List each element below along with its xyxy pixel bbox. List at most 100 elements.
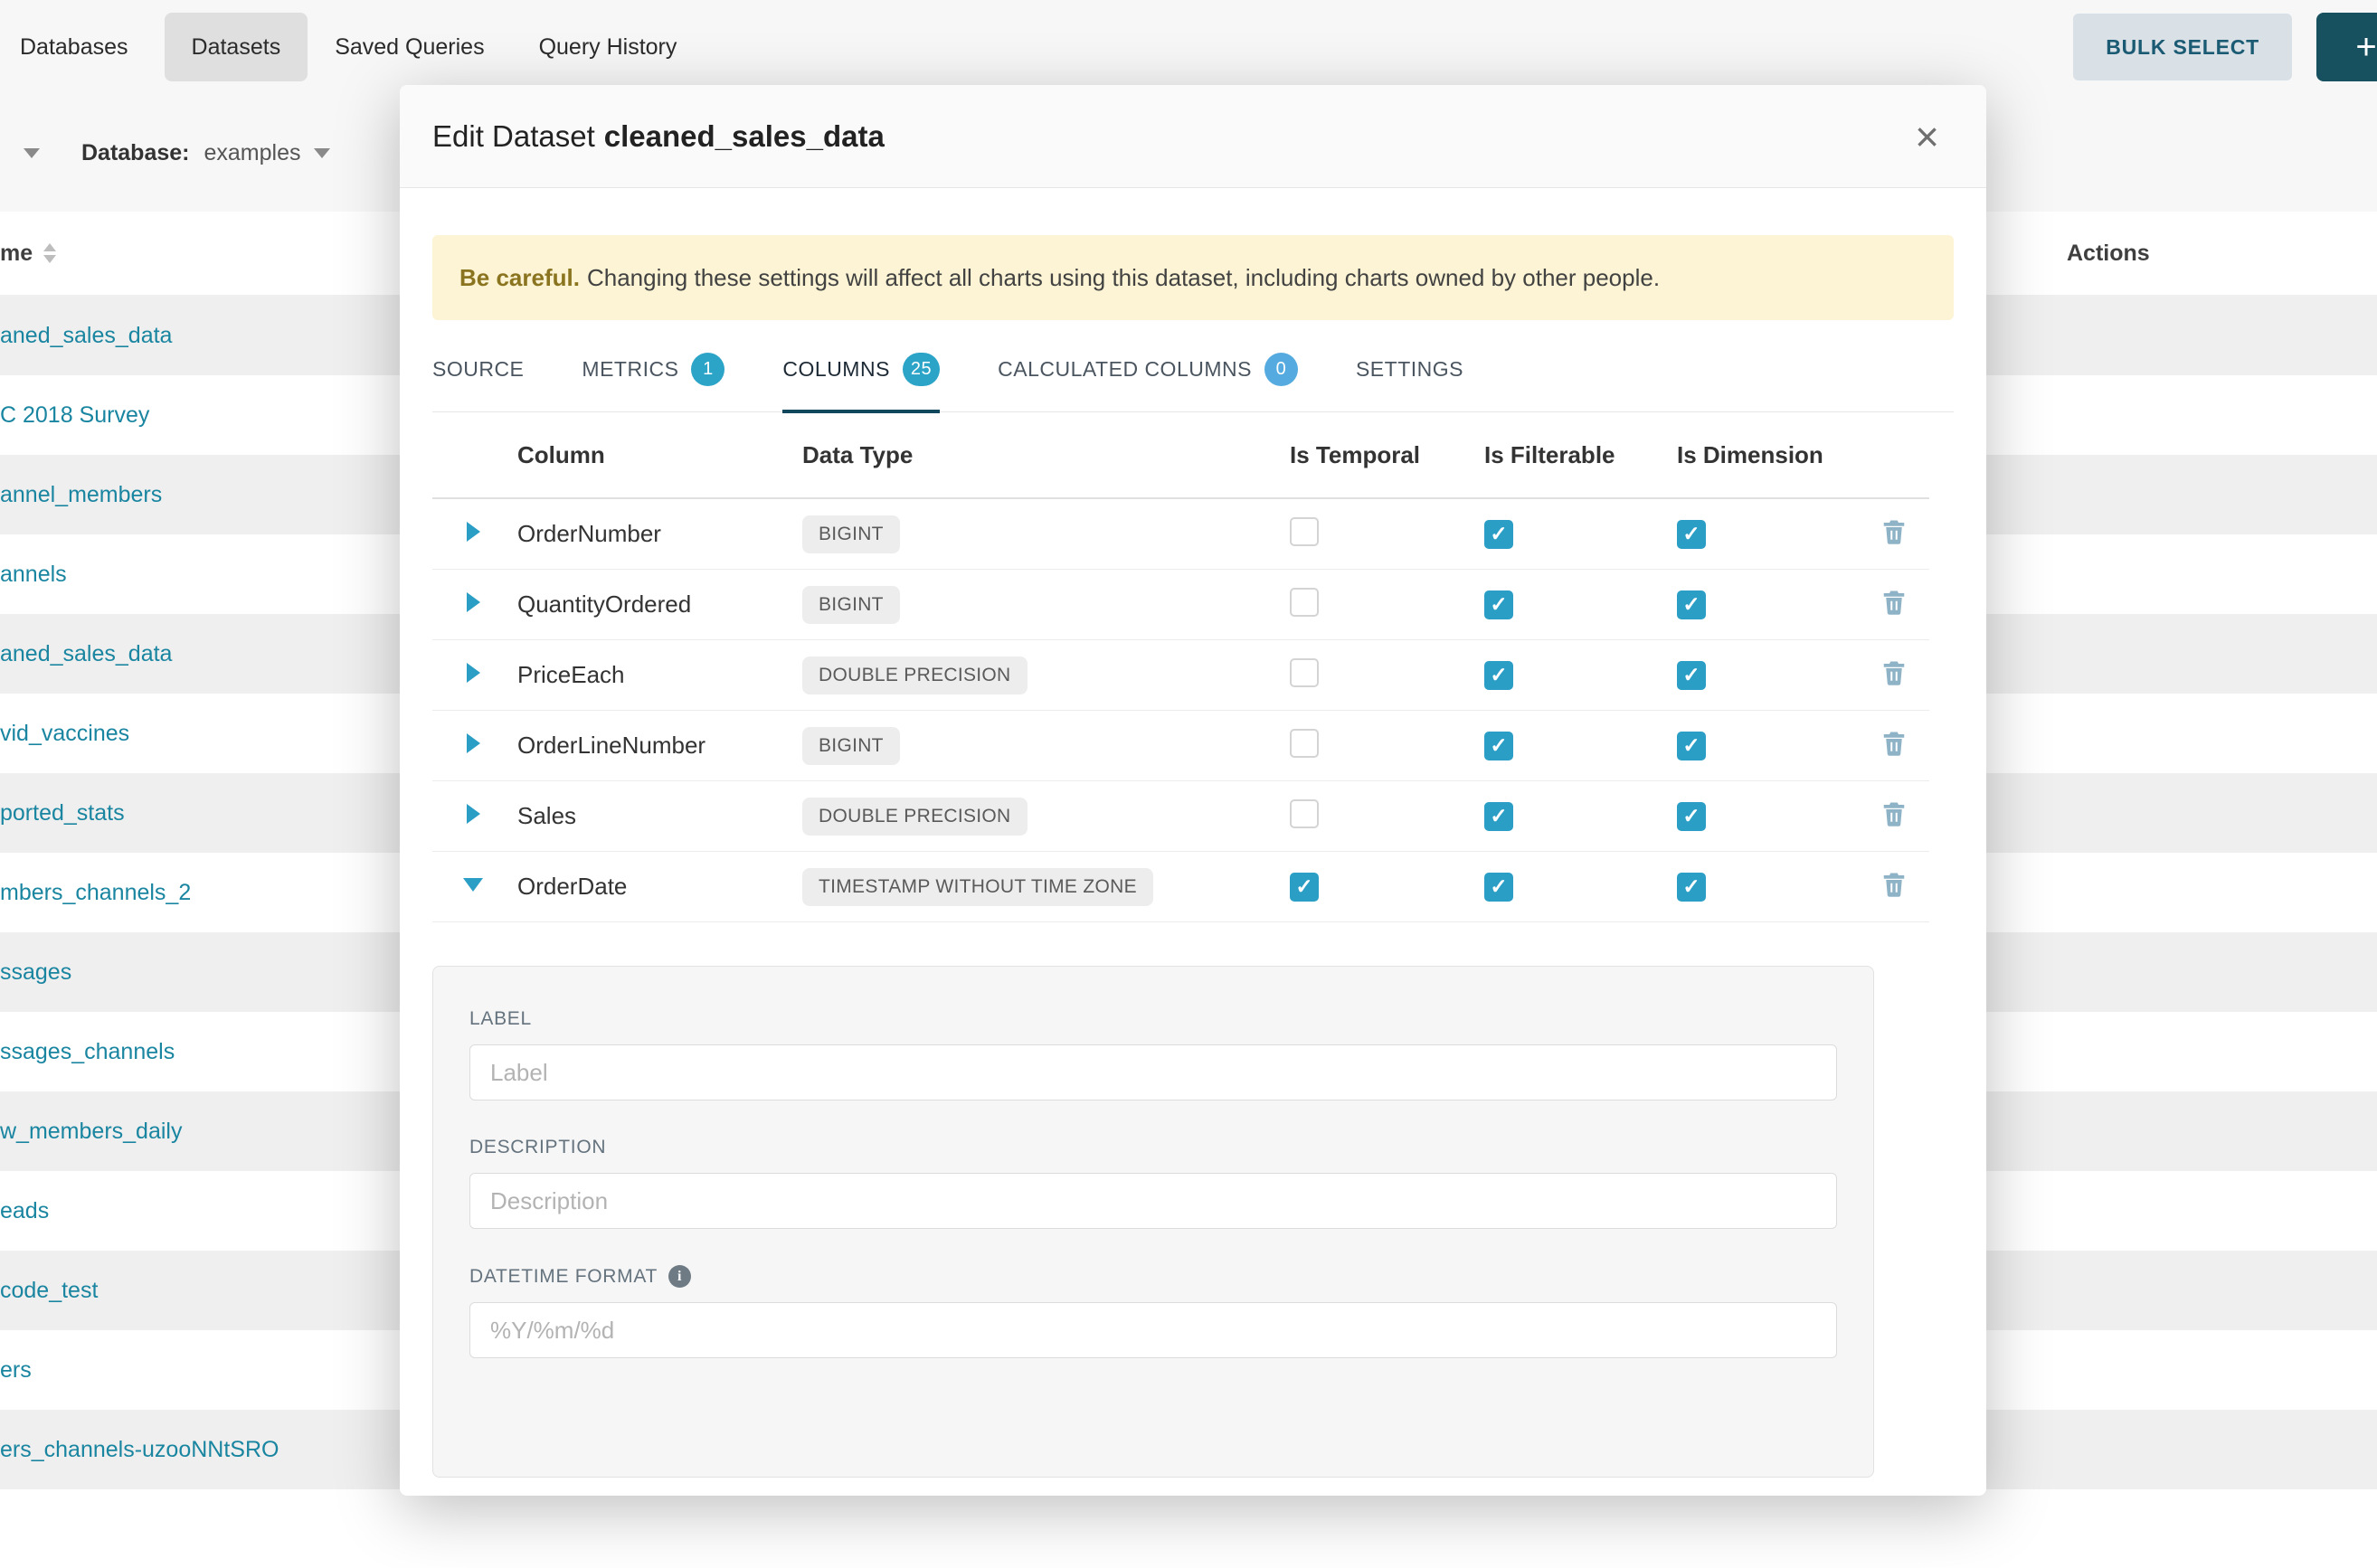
is-dimension-checkbox[interactable] <box>1677 520 1706 549</box>
dataset-link[interactable]: ers_channels-uzooNNtSRO <box>0 1437 279 1463</box>
data-type-pill: BIGINT <box>802 727 900 765</box>
column-header-name[interactable]: me <box>0 241 33 267</box>
is-temporal-checkbox[interactable] <box>1290 799 1319 828</box>
columns-table-header: Column Data Type Is Temporal Is Filterab… <box>432 412 1929 499</box>
dataset-link[interactable]: mbers_channels_2 <box>0 880 191 906</box>
expand-caret-icon[interactable] <box>467 733 480 753</box>
add-dataset-button[interactable]: + <box>2316 13 2377 81</box>
calculated-columns-count-badge: 0 <box>1264 353 1298 386</box>
dataset-link[interactable]: aned_sales_data <box>0 323 172 349</box>
is-filterable-checkbox[interactable] <box>1484 732 1513 760</box>
column-detail-panel: LABEL DESCRIPTION DATETIME FORMAT <box>432 966 1874 1478</box>
column-header-actions: Actions <box>2067 241 2150 267</box>
label-input[interactable] <box>469 1044 1837 1100</box>
is-filterable-checkbox[interactable] <box>1484 520 1513 549</box>
is-filterable-checkbox[interactable] <box>1484 873 1513 902</box>
warning-banner: Be careful.Changing these settings will … <box>432 235 1954 320</box>
column-name: Sales <box>517 802 802 830</box>
modal-tabs: SOURCE METRICS 1 COLUMNS 25 CALCULATED C… <box>432 353 1954 412</box>
is-dimension-checkbox[interactable] <box>1677 590 1706 619</box>
dataset-link[interactable]: annels <box>0 562 67 588</box>
description-field-label: DESCRIPTION <box>469 1137 1837 1158</box>
datetime-format-field-label: DATETIME FORMAT <box>469 1265 1837 1288</box>
nav-item-saved-queries[interactable]: Saved Queries <box>308 13 511 81</box>
tab-columns-label: COLUMNS <box>782 357 890 382</box>
expand-caret-icon[interactable] <box>467 592 480 612</box>
dataset-link[interactable]: code_test <box>0 1278 98 1304</box>
dataset-link[interactable]: vid_vaccines <box>0 721 129 747</box>
delete-column-icon[interactable] <box>1880 730 1908 757</box>
database-filter-value[interactable]: examples <box>204 140 301 166</box>
metrics-count-badge: 1 <box>691 353 724 386</box>
header-is-filterable: Is Filterable <box>1484 441 1677 469</box>
top-navigation: Databases Datasets Saved Queries Query H… <box>0 0 2377 94</box>
is-temporal-checkbox[interactable] <box>1290 729 1319 758</box>
expand-caret-icon[interactable] <box>467 804 480 824</box>
nav-item-datasets[interactable]: Datasets <box>165 13 308 81</box>
chevron-down-icon[interactable] <box>24 148 40 158</box>
dataset-link[interactable]: ssages <box>0 959 71 986</box>
data-type-pill: BIGINT <box>802 515 900 553</box>
nav-item-databases[interactable]: Databases <box>20 13 165 81</box>
column-name: OrderDate <box>517 873 802 901</box>
delete-column-icon[interactable] <box>1880 518 1908 545</box>
datetime-format-input[interactable] <box>469 1302 1837 1358</box>
tab-settings-label: SETTINGS <box>1356 357 1463 382</box>
table-row: OrderLineNumber BIGINT <box>432 711 1929 781</box>
info-icon[interactable] <box>668 1265 691 1288</box>
table-row: OrderDate TIMESTAMP WITHOUT TIME ZONE <box>432 852 1929 922</box>
delete-column-icon[interactable] <box>1880 659 1908 686</box>
close-icon[interactable]: × <box>1915 116 1939 157</box>
is-dimension-checkbox[interactable] <box>1677 873 1706 902</box>
collapse-caret-icon[interactable] <box>463 878 483 892</box>
delete-column-icon[interactable] <box>1880 800 1908 827</box>
is-temporal-checkbox[interactable] <box>1290 658 1319 687</box>
dataset-link[interactable]: eads <box>0 1198 49 1224</box>
dataset-link[interactable]: ers <box>0 1357 32 1384</box>
tab-columns[interactable]: COLUMNS 25 <box>782 353 940 413</box>
warning-message: Changing these settings will affect all … <box>587 264 1660 291</box>
table-row: OrderNumber BIGINT <box>432 499 1929 570</box>
delete-column-icon[interactable] <box>1880 589 1908 616</box>
database-filter-label: Database: <box>81 140 190 166</box>
tab-metrics[interactable]: METRICS 1 <box>582 353 724 413</box>
tab-source[interactable]: SOURCE <box>432 353 524 413</box>
dataset-link[interactable]: w_members_daily <box>0 1119 182 1145</box>
delete-column-icon[interactable] <box>1880 871 1908 898</box>
is-filterable-checkbox[interactable] <box>1484 802 1513 831</box>
is-temporal-checkbox[interactable] <box>1290 588 1319 617</box>
is-temporal-checkbox[interactable] <box>1290 873 1319 902</box>
is-dimension-checkbox[interactable] <box>1677 732 1706 760</box>
description-input[interactable] <box>469 1173 1837 1229</box>
dataset-link[interactable]: annel_members <box>0 482 162 508</box>
column-name: PriceEach <box>517 661 802 689</box>
expand-caret-icon[interactable] <box>467 522 480 542</box>
column-name: QuantityOrdered <box>517 590 802 619</box>
is-filterable-checkbox[interactable] <box>1484 590 1513 619</box>
nav-item-query-history[interactable]: Query History <box>512 13 705 81</box>
is-dimension-checkbox[interactable] <box>1677 661 1706 690</box>
tab-settings[interactable]: SETTINGS <box>1356 353 1463 413</box>
is-temporal-checkbox[interactable] <box>1290 517 1319 546</box>
is-filterable-checkbox[interactable] <box>1484 661 1513 690</box>
data-type-pill: BIGINT <box>802 586 900 624</box>
data-type-pill: TIMESTAMP WITHOUT TIME ZONE <box>802 868 1153 906</box>
description-field-group: DESCRIPTION <box>469 1137 1837 1229</box>
table-row: PriceEach DOUBLE PRECISION <box>432 640 1929 711</box>
table-row: QuantityOrdered BIGINT <box>432 570 1929 640</box>
tab-calculated-columns-label: CALCULATED COLUMNS <box>998 357 1252 382</box>
is-dimension-checkbox[interactable] <box>1677 802 1706 831</box>
header-is-dimension: Is Dimension <box>1677 441 1858 469</box>
tab-calculated-columns[interactable]: CALCULATED COLUMNS 0 <box>998 353 1298 413</box>
sort-icon[interactable] <box>43 243 56 263</box>
dataset-link[interactable]: ssages_channels <box>0 1039 175 1065</box>
datetime-format-label-text: DATETIME FORMAT <box>469 1266 658 1288</box>
expand-caret-icon[interactable] <box>467 663 480 683</box>
column-name: OrderLineNumber <box>517 732 802 760</box>
dataset-link[interactable]: C 2018 Survey <box>0 402 149 429</box>
dataset-link[interactable]: aned_sales_data <box>0 641 172 667</box>
dataset-link[interactable]: ported_stats <box>0 800 125 827</box>
datetime-format-field-group: DATETIME FORMAT <box>469 1265 1837 1358</box>
chevron-down-icon[interactable] <box>314 148 330 158</box>
bulk-select-button[interactable]: BULK SELECT <box>2073 14 2292 80</box>
